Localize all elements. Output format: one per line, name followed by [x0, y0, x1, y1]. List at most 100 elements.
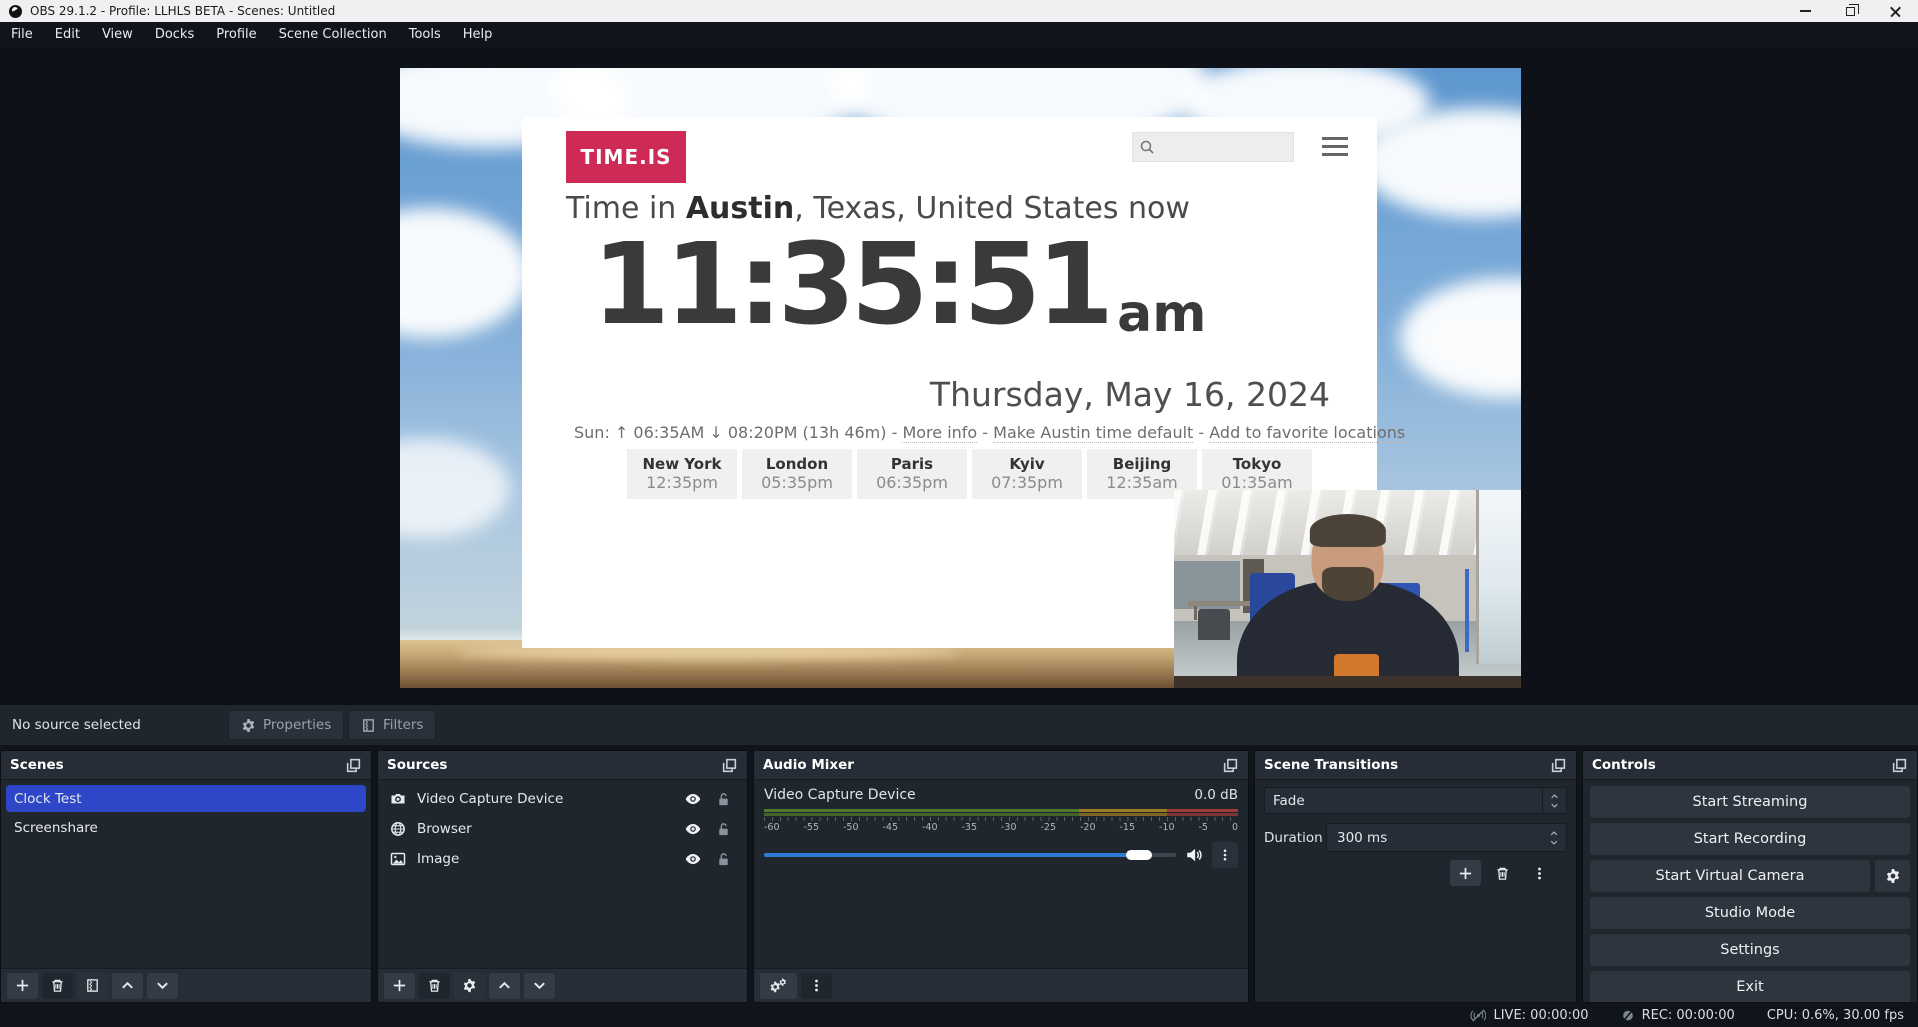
- volume-slider-fill: [764, 853, 1139, 857]
- scene-filters-button[interactable]: [77, 973, 108, 999]
- controls-panel: Controls Start Streaming Start Recording…: [1582, 750, 1918, 1003]
- close-button[interactable]: [1873, 0, 1918, 22]
- start-virtual-camera-button[interactable]: Start Virtual Camera: [1589, 859, 1871, 893]
- trash-icon: [50, 978, 65, 993]
- restore-button[interactable]: [1828, 0, 1873, 22]
- meter-bar: [764, 813, 1238, 816]
- search-input: [1132, 132, 1294, 162]
- start-streaming-button[interactable]: Start Streaming: [1589, 785, 1911, 819]
- menu-edit[interactable]: Edit: [44, 22, 91, 47]
- duration-value: 300 ms: [1327, 830, 1387, 846]
- popout-icon[interactable]: [345, 757, 362, 774]
- source-item-browser[interactable]: Browser: [382, 815, 743, 843]
- webcam-overlay[interactable]: [1174, 490, 1521, 688]
- remove-scene-button[interactable]: [42, 973, 73, 999]
- minimize-button[interactable]: [1783, 0, 1828, 22]
- scene-down-button[interactable]: [147, 973, 178, 999]
- current-date: Thursday, May 16, 2024: [930, 375, 1330, 414]
- selection-status: No source selected: [12, 717, 141, 733]
- popout-icon[interactable]: [1550, 757, 1567, 774]
- camera-icon: [390, 791, 406, 807]
- visibility-eye-icon[interactable]: [684, 850, 702, 868]
- volume-slider-handle[interactable]: [1126, 850, 1152, 860]
- menu-file[interactable]: File: [0, 22, 44, 47]
- make-default-link: Make Austin time default: [993, 423, 1193, 443]
- gear-icon: [1885, 868, 1901, 884]
- visibility-eye-icon[interactable]: [684, 820, 702, 838]
- scenes-list: Clock Test Screenshare: [1, 780, 371, 968]
- source-up-button[interactable]: [489, 973, 520, 999]
- menu-profile[interactable]: Profile: [205, 22, 267, 47]
- settings-button[interactable]: Settings: [1589, 933, 1911, 967]
- exit-button[interactable]: Exit: [1589, 970, 1911, 1002]
- webcam-window: [1476, 490, 1521, 664]
- properties-button[interactable]: Properties: [228, 710, 344, 740]
- menu-scene-collection[interactable]: Scene Collection: [268, 22, 398, 47]
- unlock-icon[interactable]: [716, 822, 731, 837]
- program-preview[interactable]: TIME.IS Time in Austin, Texas, United St…: [400, 68, 1521, 688]
- speaker-icon[interactable]: [1185, 846, 1203, 864]
- canvas-background: TIME.IS Time in Austin, Texas, United St…: [0, 47, 1918, 705]
- unlock-icon[interactable]: [716, 852, 731, 867]
- sources-panel: Sources Video Capture Device Browser: [377, 750, 748, 1003]
- source-down-button[interactable]: [524, 973, 555, 999]
- popout-icon[interactable]: [721, 757, 738, 774]
- popout-icon[interactable]: [1891, 757, 1908, 774]
- transition-select[interactable]: Fade: [1264, 787, 1567, 814]
- menu-help[interactable]: Help: [452, 22, 504, 47]
- mixer-header: Audio Mixer: [754, 751, 1248, 780]
- remove-source-button[interactable]: [419, 973, 450, 999]
- studio-mode-button[interactable]: Studio Mode: [1589, 896, 1911, 930]
- hamburger-menu-icon: [1322, 137, 1348, 161]
- virtual-camera-config-button[interactable]: [1874, 859, 1911, 893]
- window-title: OBS 29.1.2 - Profile: LLHLS BETA - Scene…: [30, 4, 335, 18]
- person-beard: [1321, 567, 1373, 601]
- add-scene-button[interactable]: [7, 973, 38, 999]
- remove-transition-button[interactable]: [1487, 860, 1518, 886]
- minimize-icon: [1800, 10, 1811, 12]
- add-source-button[interactable]: [384, 973, 415, 999]
- menu-docks[interactable]: Docks: [144, 22, 205, 47]
- plus-icon: [15, 978, 30, 993]
- source-item-image[interactable]: Image: [382, 845, 743, 873]
- sources-toolbar: [378, 968, 747, 1002]
- spinbox-arrows[interactable]: [1548, 829, 1560, 847]
- scene-item-clock-test[interactable]: Clock Test: [6, 785, 366, 812]
- filter-icon: [85, 978, 100, 993]
- add-favorite-link: Add to favorite locations: [1209, 423, 1405, 443]
- sun-times: Sun: ↑ 06:35AM ↓ 08:20PM (13h 46m) -: [574, 423, 902, 442]
- scene-item-screenshare[interactable]: Screenshare: [6, 814, 366, 841]
- duration-spinbox[interactable]: 300 ms: [1326, 823, 1567, 852]
- advanced-audio-button[interactable]: [760, 973, 797, 999]
- source-item-video-capture[interactable]: Video Capture Device: [382, 785, 743, 813]
- duration-label: Duration: [1264, 830, 1326, 846]
- kebab-icon: [1218, 848, 1232, 862]
- transitions-body: Fade Duration 300 ms: [1255, 780, 1576, 1002]
- kebab-icon: [1532, 866, 1547, 881]
- close-icon: [1889, 5, 1902, 18]
- scenes-header: Scenes: [1, 751, 371, 780]
- combo-spinner[interactable]: [1542, 788, 1566, 813]
- filters-button[interactable]: Filters: [348, 710, 436, 740]
- start-recording-button[interactable]: Start Recording: [1589, 822, 1911, 856]
- add-transition-button[interactable]: [1450, 860, 1481, 886]
- unlock-icon[interactable]: [716, 792, 731, 807]
- mixer-channel: Video Capture Device 0.0 dB -60-55-50-45…: [754, 780, 1248, 968]
- mixer-options-button[interactable]: [801, 973, 832, 999]
- transition-options-button[interactable]: [1524, 860, 1555, 886]
- globe-icon: [390, 821, 406, 837]
- chevron-down-icon: [155, 978, 170, 993]
- volume-slider[interactable]: [764, 853, 1176, 857]
- scene-up-button[interactable]: [112, 973, 143, 999]
- visibility-eye-icon[interactable]: [684, 790, 702, 808]
- trash-icon: [1495, 866, 1510, 881]
- popout-icon[interactable]: [1222, 757, 1239, 774]
- controls-body: Start Streaming Start Recording Start Vi…: [1583, 780, 1917, 1002]
- menu-tools[interactable]: Tools: [398, 22, 452, 47]
- channel-options-button[interactable]: [1212, 842, 1238, 868]
- menu-view[interactable]: View: [91, 22, 144, 47]
- window-controls: [1783, 0, 1918, 22]
- source-properties-button[interactable]: [454, 973, 485, 999]
- timeis-logo: TIME.IS: [566, 131, 686, 183]
- webcam-desk-edge: [1174, 676, 1521, 688]
